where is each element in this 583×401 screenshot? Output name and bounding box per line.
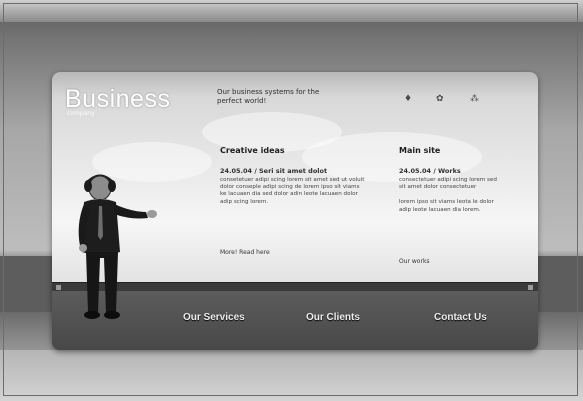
column-date: 24.05.04 / Works — [399, 167, 461, 175]
strip-marker — [528, 285, 533, 290]
strip-marker — [56, 285, 61, 290]
column-text: lorem ipso sit viams leota le dolor adip… — [399, 199, 494, 213]
flower-icon[interactable]: ✿ — [436, 94, 444, 104]
column-text: consectetuer adipi scing lorem sed sit a… — [399, 177, 497, 191]
column-main-site: Main site 24.05.04 / Works consectetuer … — [399, 146, 504, 214]
asterism-icon[interactable]: ⁂ — [470, 94, 479, 104]
brand-subtitle: company — [67, 110, 95, 117]
nav-our-clients[interactable]: Our Clients — [306, 312, 360, 323]
column-creative-ideas: Creative ideas 24.05.04 / Seri sit amet … — [220, 146, 365, 206]
tagline: Our business systems for the perfect wor… — [217, 88, 320, 105]
read-more-link[interactable]: More! Read here — [220, 249, 270, 256]
diamond-icon[interactable]: ♦ — [404, 94, 412, 104]
column-heading: Creative ideas — [220, 146, 285, 155]
column-date: 24.05.04 / Seri sit amet dolot — [220, 167, 328, 175]
businessman-mascot-illustration — [78, 174, 157, 319]
our-works-link[interactable]: Our works — [399, 258, 430, 265]
column-text: consetetuer adipi scing lorem sit amet s… — [220, 177, 365, 205]
column-heading: Main site — [399, 146, 441, 155]
nav-our-services[interactable]: Our Services — [183, 312, 245, 323]
nav-contact-us[interactable]: Contact Us — [434, 312, 487, 323]
